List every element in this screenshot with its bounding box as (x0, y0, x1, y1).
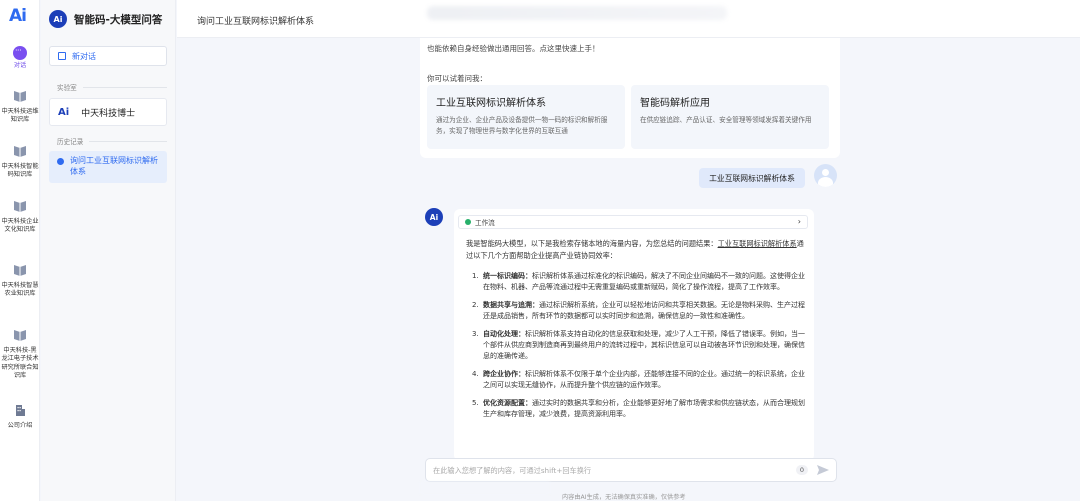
top-bar: 询问工业互联网标识解析体系 (177, 0, 1080, 38)
ai-logo-icon: Ai (58, 106, 70, 118)
rail-item-company[interactable]: 公司介绍 (0, 404, 40, 430)
lab-item-doctor[interactable]: Ai 中天科技博士 (49, 98, 167, 126)
suggestion-title: 智能码解析应用 (640, 98, 710, 109)
rail-item-smartcode-kb[interactable]: 中天科技智能码知识库 (0, 145, 40, 180)
book-icon (14, 146, 26, 157)
suggestion-title: 工业互联网标识解析体系 (436, 98, 546, 109)
chevron-right-icon: › (797, 217, 801, 226)
list-number: 3. (472, 330, 479, 338)
workflow-label: 工作流 (475, 219, 495, 227)
check-circle-icon (465, 219, 471, 225)
answer-lead: 我是智能码大模型，以下是我检索存储本地的海量内容，为您总结的问题结果：工业互联网… (466, 238, 806, 262)
list-item: 4. 跨企业协作：标识解析体系不仅限于单个企业内部，还能够连接不同的企业。通过统一… (472, 369, 806, 391)
workflow-toggle[interactable]: 工作流 › (458, 215, 808, 229)
lab-item-label: 中天科技博士 (81, 108, 136, 119)
suggestion-card[interactable]: 智能码解析应用 在供应链追踪、产品认证、安全管理等领域发挥着关键作用 (631, 85, 829, 149)
point-text: 通过实时的数据共享和分析，企业能够更好地了解市场需求和供应链状态，从而合理规划生… (483, 399, 805, 418)
building-icon (16, 405, 25, 416)
answer-lead-prefix: 我是智能码大模型，以下是我检索存储本地的海量内容，为您总结的问题结果： (466, 239, 718, 248)
rail-item-culture-kb[interactable]: 中天科技企业文化知识库 (0, 200, 40, 235)
bot-avatar: Ai (425, 208, 443, 226)
edit-icon (58, 52, 66, 60)
input-placeholder: 在此输入您想了解的内容，可通过shift+回车换行 (433, 466, 592, 475)
rail-item-label: 中天科技企业文化知识库 (1, 218, 39, 234)
user-message: 工业互联网标识解析体系 (699, 168, 805, 188)
point-title: 自动化处理： (483, 330, 525, 338)
book-icon (14, 201, 26, 212)
sidebar: Ai 智能码-大模型问答 新对话 实验室 Ai 中天科技博士 历史记录 询问工业… (41, 0, 176, 501)
nav-rail: Ai 对话 中天科技运维知识库 中天科技智能码知识库 中天科技企业文化知识库 中… (0, 0, 40, 501)
suggestion-desc: 通过为企业、企业产品及设备提供一物一码的标识和解析服务，实现了物理世界与数字化世… (436, 116, 608, 135)
list-item: 5. 优化资源配置：通过实时的数据共享和分析，企业能够更好地了解市场需求和供应链状… (472, 398, 806, 420)
chat-bubble-icon (57, 158, 64, 165)
rail-item-label: 中天科技-黑龙江电子技术研究所联合知识库 (1, 347, 39, 379)
list-number: 2. (472, 301, 479, 309)
app-title: 智能码-大模型问答 (74, 13, 163, 26)
rail-item-label: 对话 (13, 62, 27, 69)
point-title: 跨企业协作： (483, 370, 525, 378)
history-item-label: 询问工业互联网标识解析体系 (70, 156, 158, 176)
point-title: 数据共享与追溯： (483, 301, 539, 309)
list-number: 1. (472, 272, 479, 280)
list-item: 3. 自动化处理：标识解析体系支持自动化的信息获取和处理，减少了人工干预，降低了错… (472, 329, 806, 362)
suggestion-card[interactable]: 工业互联网标识解析体系 通过为企业、企业产品及设备提供一物一码的标识和解析服务，… (427, 85, 625, 149)
user-avatar-icon (814, 164, 837, 187)
list-number: 5. (472, 399, 479, 407)
history-section-label: 历史记录 (57, 136, 167, 146)
point-title: 优化资源配置： (483, 399, 532, 407)
list-item: 1. 统一标识编码：标识解析体系通过标准化的标识编码，解决了不同企业间编码不一致的… (472, 271, 806, 293)
suggestion-desc: 在供应链追踪、产品认证、安全管理等领域发挥着关键作用 (640, 116, 812, 124)
app-logo: Ai (9, 6, 27, 26)
chat-icon (13, 46, 27, 60)
new-chat-label: 新对话 (72, 51, 96, 61)
answer-points: 1. 统一标识编码：标识解析体系通过标准化的标识编码，解决了不同企业间编码不一致的… (472, 271, 806, 427)
rail-item-label: 中天科技智能码知识库 (1, 163, 39, 179)
welcome-panel: 也能依赖自身经验做出通用回答。点这里快速上手！ 你可以试着问我： 工业互联网标识… (420, 38, 840, 158)
char-count: 0 (796, 465, 808, 475)
send-icon[interactable] (816, 463, 830, 477)
suggest-label: 你可以试着问我： (427, 74, 487, 83)
point-text: 标识解析体系通过标准化的标识编码，解决了不同企业间编码不一致的问题。这使得企业在… (483, 272, 805, 291)
rail-item-ops-kb[interactable]: 中天科技运维知识库 (0, 90, 40, 125)
list-number: 4. (472, 370, 479, 378)
new-chat-button[interactable]: 新对话 (49, 46, 167, 66)
welcome-intro: 也能依赖自身经验做出通用回答。点这里快速上手！ (427, 44, 600, 53)
rail-item-label: 公司介绍 (7, 422, 33, 429)
lab-section-label: 实验室 (57, 82, 167, 92)
blurred-region (420, 482, 550, 494)
book-icon (14, 330, 26, 341)
brand-logo: Ai (49, 10, 67, 28)
blurred-region (427, 6, 727, 20)
rail-item-label: 中天科技智慧农业知识库 (1, 282, 39, 298)
point-text: 标识解析体系支持自动化的信息获取和处理，减少了人工干预，降低了错误率。例如，当一… (483, 330, 805, 360)
message-input[interactable]: 在此输入您想了解的内容，可通过shift+回车换行 0 (425, 458, 837, 482)
answer-message: 工作流 › 我是智能码大模型，以下是我检索存储本地的海量内容，为您总结的问题结果… (454, 209, 814, 461)
point-text: 标识解析体系不仅限于单个企业内部，还能够连接不同的企业。通过统一的标识系统，企业… (483, 370, 805, 389)
point-title: 统一标识编码： (483, 272, 532, 280)
rail-item-label: 中天科技运维知识库 (1, 108, 39, 124)
book-icon (14, 265, 26, 276)
disclaimer: 内容由AI生成，无法确保真实准确，仅供参考 (562, 494, 686, 501)
history-item[interactable]: 询问工业互联网标识解析体系 (49, 151, 167, 183)
book-icon (14, 91, 26, 102)
page-title: 询问工业互联网标识解析体系 (197, 17, 315, 27)
answer-lead-link[interactable]: 工业互联网标识解析体系 (718, 239, 797, 248)
list-item: 2. 数据共享与追溯：通过标识解析系统，企业可以轻松地访问和共享相关数据。无论是物… (472, 300, 806, 322)
rail-item-agri-kb[interactable]: 中天科技智慧农业知识库 (0, 264, 40, 299)
rail-item-joint-kb[interactable]: 中天科技-黑龙江电子技术研究所联合知识库 (0, 329, 40, 380)
rail-item-chat[interactable]: 对话 (0, 46, 40, 70)
sidebar-header: Ai 智能码-大模型问答 (49, 9, 162, 29)
